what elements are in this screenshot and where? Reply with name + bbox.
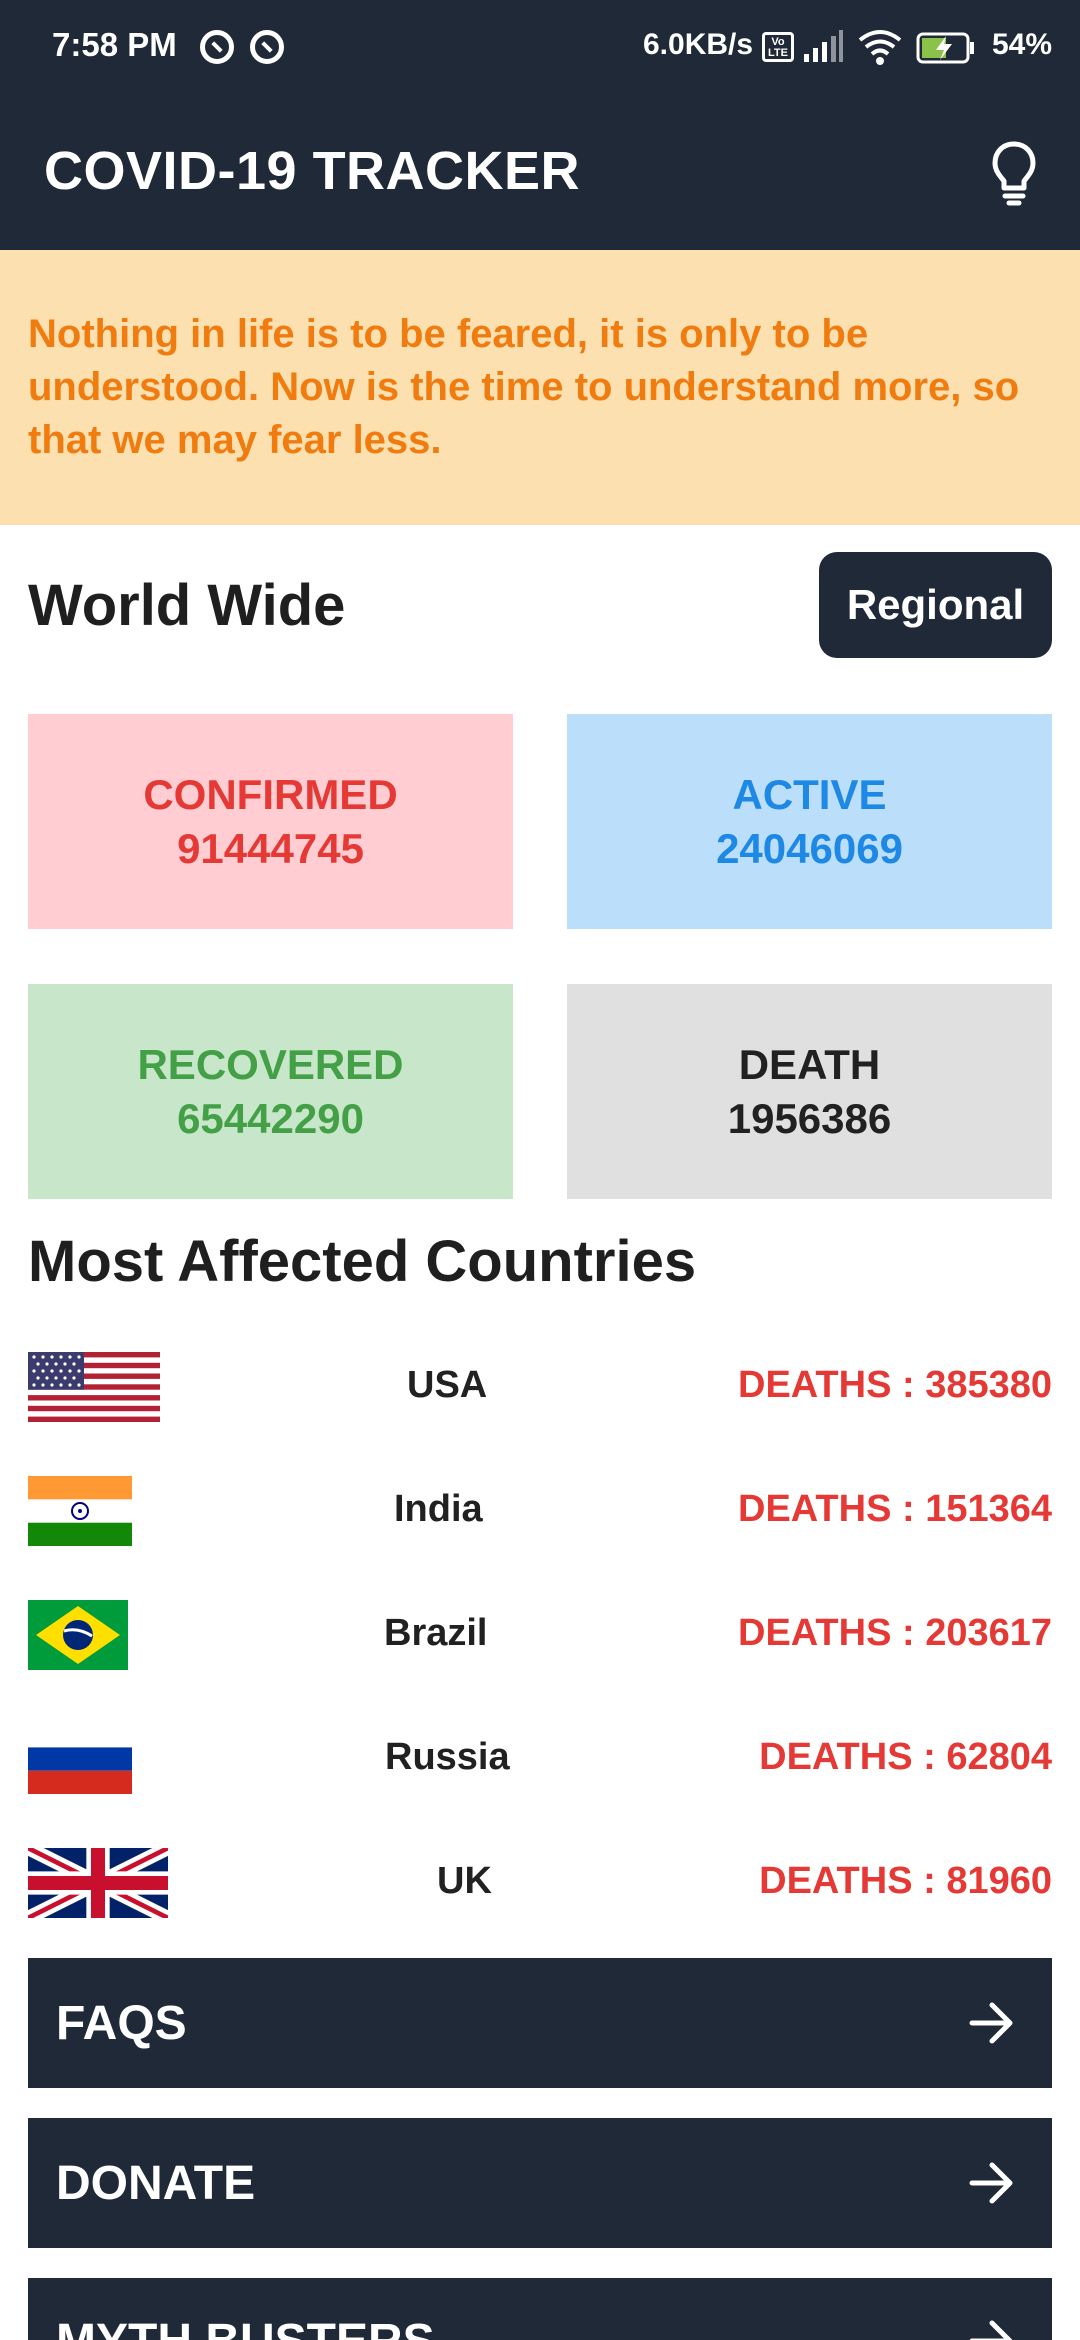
wifi-icon — [858, 30, 902, 65]
country-name: USA — [407, 1364, 488, 1406]
confirmed-card: CONFIRMED 91444745 — [28, 714, 513, 929]
country-name: Russia — [385, 1736, 510, 1778]
network-speed: 6.0KB/s — [643, 28, 754, 61]
active-label: ACTIVE — [732, 770, 887, 818]
death-card: DEATH 1956386 — [567, 984, 1052, 1199]
app-bar: COVID-19 TRACKER — [0, 96, 1080, 250]
active-card: ACTIVE 24046069 — [567, 714, 1052, 929]
arrow-right-icon — [969, 2162, 1013, 2204]
battery-charging-icon — [916, 32, 974, 64]
donate-button[interactable]: DONATE — [28, 2118, 1052, 2248]
faqs-label: FAQS — [56, 1997, 187, 2050]
arrow-right-icon — [969, 2002, 1013, 2044]
status-bar: 7:58 PM 6.0KB/s Vo LTE 54% — [0, 0, 1080, 96]
quote-banner: Nothing in life is to be feared, it is o… — [0, 250, 1080, 525]
signal-icon — [804, 30, 843, 62]
country-deaths: DEATHS : 62804 — [759, 1736, 1052, 1778]
country-row[interactable]: India DEATHS : 151364 — [0, 1464, 1080, 1564]
arrow-right-icon — [969, 2320, 1013, 2340]
recovered-card: RECOVERED 65442290 — [28, 984, 513, 1199]
death-label: DEATH — [738, 1040, 881, 1088]
faqs-button[interactable]: FAQS — [28, 1958, 1052, 2088]
country-deaths: DEATHS : 203617 — [738, 1612, 1052, 1654]
lightbulb-icon[interactable] — [990, 140, 1038, 206]
myth-busters-label: MYTH BUSTERS — [56, 2314, 435, 2340]
recovered-value: 65442290 — [177, 1094, 364, 1142]
uk-flag-icon — [28, 1848, 168, 1918]
confirmed-value: 91444745 — [177, 824, 364, 872]
notification-icon — [250, 30, 284, 64]
russia-flag-icon — [28, 1724, 132, 1794]
country-deaths: DEATHS : 151364 — [738, 1488, 1052, 1530]
country-row[interactable]: UK DEATHS : 81960 — [0, 1836, 1080, 1936]
notification-icon — [200, 30, 234, 64]
donate-label: DONATE — [56, 2157, 256, 2210]
myth-busters-button[interactable]: MYTH BUSTERS — [28, 2278, 1052, 2340]
battery-percent: 54% — [992, 28, 1053, 61]
country-name: India — [394, 1488, 483, 1530]
app-title: COVID-19 TRACKER — [44, 141, 581, 201]
brazil-flag-icon — [28, 1600, 128, 1670]
confirmed-label: CONFIRMED — [143, 770, 398, 818]
world-wide-title: World Wide — [28, 573, 346, 638]
volte-icon: Vo LTE — [762, 32, 794, 62]
death-value: 1956386 — [727, 1094, 892, 1142]
active-value: 24046069 — [716, 824, 903, 872]
country-row[interactable]: USA DEATHS : 385380 — [0, 1340, 1080, 1440]
country-deaths: DEATHS : 385380 — [738, 1364, 1052, 1406]
most-affected-title: Most Affected Countries — [28, 1229, 697, 1294]
recovered-label: RECOVERED — [137, 1040, 404, 1088]
status-time: 7:58 PM — [52, 26, 177, 63]
usa-flag-icon — [28, 1352, 160, 1422]
country-name: UK — [437, 1860, 492, 1902]
country-row[interactable]: Russia DEATHS : 62804 — [0, 1712, 1080, 1812]
india-flag-icon — [28, 1476, 132, 1546]
quote-text: Nothing in life is to be feared, it is o… — [28, 312, 1020, 462]
regional-button[interactable]: Regional — [819, 552, 1052, 658]
country-row[interactable]: Brazil DEATHS : 203617 — [0, 1588, 1080, 1688]
country-name: Brazil — [384, 1612, 488, 1654]
country-deaths: DEATHS : 81960 — [759, 1860, 1052, 1902]
